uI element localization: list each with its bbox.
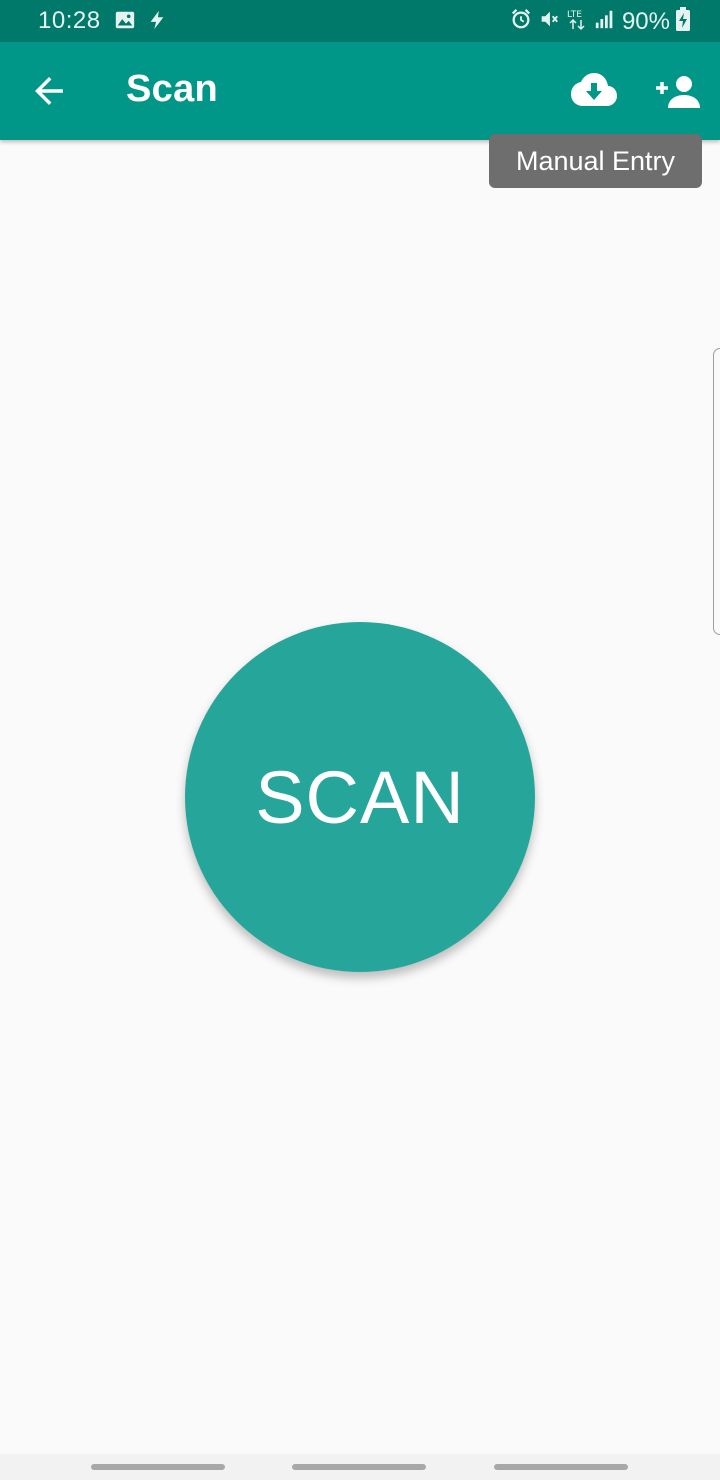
nav-home-handle[interactable] <box>292 1464 426 1470</box>
nav-back-handle[interactable] <box>494 1464 628 1470</box>
status-time: 10:28 <box>38 7 101 34</box>
battery-charging-icon <box>676 7 690 36</box>
download-button[interactable] <box>570 72 618 110</box>
manual-entry-tooltip: Manual Entry <box>489 134 702 188</box>
signal-icon <box>594 8 616 35</box>
status-left-icons <box>114 9 168 36</box>
nav-recents-handle[interactable] <box>91 1464 225 1470</box>
flash-icon <box>146 9 168 36</box>
mute-icon <box>538 8 560 35</box>
alarm-icon <box>510 8 532 35</box>
status-bar: 10:28 LTE 90% <box>0 0 720 42</box>
lte-icon: LTE <box>566 7 588 36</box>
arrow-back-icon <box>35 77 63 105</box>
cloud-download-icon <box>571 73 617 106</box>
scan-button[interactable]: SCAN <box>185 622 535 972</box>
manual-entry-button[interactable] <box>656 74 700 110</box>
battery-percentage: 90% <box>621 7 670 35</box>
app-bar: Scan <box>0 42 720 140</box>
edge-panel-handle[interactable] <box>713 348 720 635</box>
status-right-icons: LTE 90% <box>510 7 690 36</box>
svg-text:LTE: LTE <box>567 10 582 20</box>
back-button[interactable] <box>28 70 70 112</box>
add-person-icon <box>656 76 700 108</box>
navigation-bar <box>0 1454 720 1480</box>
page-title: Scan <box>126 68 219 110</box>
image-icon <box>114 9 136 36</box>
scan-button-label: SCAN <box>255 755 465 839</box>
